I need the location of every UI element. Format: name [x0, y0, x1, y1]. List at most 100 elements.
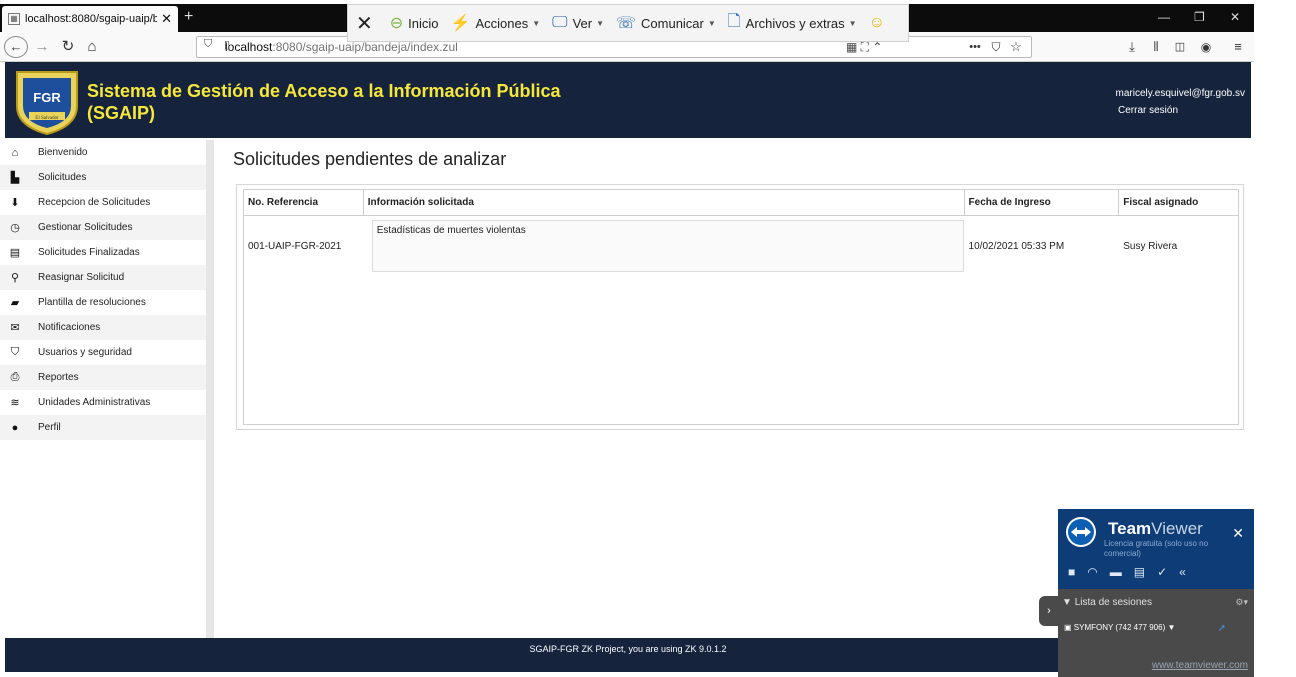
tv-session-label: SYMFONY (742 477 906) — [1073, 623, 1166, 632]
close-window-icon[interactable]: ✕ — [1230, 10, 1240, 24]
logo-text: FGR — [33, 90, 61, 105]
user-plus-icon: ⚲ — [10, 272, 20, 284]
cell-reference: 001-UAIP-FGR-2021 — [248, 240, 342, 252]
browser-tab[interactable]: ▦ localhost:8080/sgaip-uaip/band ✕ — [2, 6, 178, 32]
tv-home-button[interactable]: ⊖ Inicio — [390, 13, 439, 33]
sidebar-item-unidades[interactable]: ≋ Unidades Administrativas — [0, 390, 206, 415]
tv-session-list: ▼ Lista de sesiones ⚙▾ ▣ SYMFONY (742 47… — [1058, 589, 1254, 677]
tv-panel-close-icon[interactable]: ✕ — [1232, 525, 1244, 542]
sidebar-item-label: Usuarios y seguridad — [38, 347, 132, 358]
info-textarea[interactable]: Estadísticas de muertes violentas — [371, 220, 964, 272]
fgr-logo: FGR El Salvador — [11, 66, 83, 136]
tv-list-title-label: Lista de sesiones — [1074, 597, 1152, 608]
tv-files-icon[interactable]: ▤ — [1134, 565, 1157, 579]
sidebar-item-solicitudes[interactable]: ▙ Solicitudes — [0, 165, 206, 190]
home-nav-icon[interactable]: ⌂ — [84, 36, 100, 58]
page-icon: ▯ — [224, 39, 231, 51]
sidebar-item-finalizadas[interactable]: ▤ Solicitudes Finalizadas — [0, 240, 206, 265]
cell-info: Estadísticas de muertes violentas — [364, 220, 965, 272]
page-actions-icon[interactable]: ••• — [964, 36, 986, 58]
menu-icon[interactable]: ≡ — [1230, 36, 1246, 58]
sidebar-item-usuarios[interactable]: ⛉ Usuarios y seguridad — [0, 340, 206, 365]
logo-subtext: El Salvador — [35, 116, 59, 121]
tv-files-label: Archivos y extras — [745, 15, 845, 31]
library-icon[interactable]: ⫼ — [1148, 36, 1164, 58]
app-title: Sistema de Gestión de Acceso a la Inform… — [87, 80, 560, 124]
sidebar-item-notificaciones[interactable]: ✉ Notificaciones — [0, 315, 206, 340]
column-header-fiscal[interactable]: Fiscal asignado — [1119, 190, 1238, 215]
tv-toolbar-collapse-icon[interactable]: ▦ ⛶ ⌃ — [846, 40, 882, 55]
back-icon[interactable]: ← — [4, 36, 28, 58]
column-header-info[interactable]: Información solicitada — [364, 190, 965, 215]
tv-collapse-icon[interactable]: « — [1179, 565, 1198, 579]
tv-close-session-icon[interactable]: ✕ — [356, 11, 378, 36]
tv-communicate-button[interactable]: ☏ Comunicar ▼ — [616, 13, 716, 33]
sidebar-item-reasignar[interactable]: ⚲ Reasignar Solicitud — [0, 265, 206, 290]
sidebar-item-label: Solicitudes — [38, 172, 87, 183]
sidebar: ⌂ Bienvenido ▙ Solicitudes ⬇ Recepcion de S… — [0, 140, 210, 638]
table-row[interactable]: 001-UAIP-FGR-2021 Estadísticas de muerte… — [244, 216, 1238, 276]
desktop-edge — [1254, 0, 1296, 677]
tv-files-button[interactable]: 🗋 Archivos y extras ▼ — [728, 10, 857, 37]
shield-url-icon: ⛉ — [204, 38, 213, 50]
tv-brand: TeamViewer — [1108, 519, 1203, 539]
tv-chat-icon[interactable]: ▬ — [1110, 565, 1134, 579]
folder-icon: ▰ — [10, 297, 20, 309]
sidebar-item-label: Solicitudes Finalizadas — [38, 247, 140, 258]
teamviewer-toolbar: ✕ ⊖ Inicio ⚡ Acciones ▼ 🖵 Ver ▼ ☏ Comunicar ▼ 🗋… — [347, 4, 909, 42]
tv-session-item[interactable]: ▣ SYMFONY (742 477 906) ▼ — [1064, 623, 1175, 632]
tv-list-settings-icon[interactable]: ⚙▾ — [1235, 597, 1248, 608]
sidebar-item-recepcion[interactable]: ⬇ Recepcion de Solicitudes — [0, 190, 206, 215]
tv-view-button[interactable]: 🖵 Ver ▼ — [552, 14, 604, 32]
sidebar-item-reportes[interactable]: ⎙ Reportes — [0, 365, 206, 390]
clock-icon: ◷ — [10, 222, 20, 234]
close-tab-icon[interactable]: ✕ — [161, 11, 172, 27]
pocket-icon[interactable]: ⛉ — [988, 36, 1004, 58]
tv-tools-icon[interactable]: ✓ — [1157, 565, 1179, 579]
archive-icon: ▤ — [9, 247, 21, 259]
screen: ▦ localhost:8080/sgaip-uaip/band ✕ + — ❐… — [0, 0, 1296, 677]
sidebar-item-label: Bienvenido — [38, 147, 88, 158]
tv-feedback-icon[interactable]: ☺ — [869, 14, 890, 32]
tv-list-title[interactable]: ▼ Lista de sesiones — [1062, 597, 1152, 608]
requests-grid: No. Referencia Información solicitada Fe… — [243, 189, 1239, 425]
app-title-line2: (SGAIP) — [87, 103, 156, 123]
logout-link[interactable]: Cerrar sesión — [1118, 105, 1178, 116]
sidebar-item-gestionar[interactable]: ◷ Gestionar Solicitudes — [0, 215, 206, 240]
url-host: localhost — [225, 40, 273, 54]
column-header-reference[interactable]: No. Referencia — [244, 190, 364, 215]
app-title-line1: Sistema de Gestión de Acceso a la Inform… — [87, 81, 561, 101]
tv-brand-prefix: Team — [1108, 519, 1152, 538]
sidebar-item-label: Unidades Administrativas — [38, 397, 151, 408]
downloads-icon[interactable]: ⤓ — [1124, 36, 1140, 58]
new-tab-icon[interactable]: + — [184, 8, 193, 26]
tv-actions-button[interactable]: ⚡ Acciones ▼ — [451, 13, 541, 33]
restore-icon[interactable]: ❐ — [1194, 10, 1205, 24]
tv-voip-icon[interactable]: ◠ — [1087, 565, 1109, 579]
sidebar-item-perfil[interactable]: ● Perfil — [0, 415, 206, 440]
user-email: maricely.esquivel@fgr.gob.sv — [1115, 88, 1245, 99]
tv-website-link[interactable]: www.teamviewer.com — [1152, 660, 1248, 671]
sidebar-toggle-icon[interactable]: ◫ — [1172, 36, 1188, 58]
bookmark-star-icon[interactable]: ☆ — [1008, 36, 1024, 58]
column-header-date[interactable]: Fecha de Ingreso — [965, 190, 1120, 215]
tv-actions-label: Acciones — [475, 15, 529, 31]
tv-panel-header: TeamViewer Licencia gratuita (solo uso n… — [1058, 509, 1254, 589]
app-header: FGR El Salvador Sistema de Gestión de Ac… — [5, 62, 1251, 138]
teamviewer-logo-icon — [1066, 517, 1096, 547]
reload-icon[interactable]: ↻ — [60, 36, 76, 58]
minimize-icon[interactable]: — — [1158, 10, 1170, 24]
tv-video-icon[interactable]: ■ — [1068, 565, 1087, 579]
forward-icon[interactable]: → — [34, 36, 50, 58]
tv-cursor-icon: ➚ — [1217, 623, 1226, 634]
sidebar-item-bienvenido[interactable]: ⌂ Bienvenido — [0, 140, 206, 165]
sidebar-item-label: Gestionar Solicitudes — [38, 222, 133, 233]
sidebar-item-plantilla[interactable]: ▰ Plantilla de resoluciones — [0, 290, 206, 315]
browser-window: ▦ localhost:8080/sgaip-uaip/band ✕ + — ❐… — [0, 0, 1254, 677]
tv-communicate-label: Comunicar — [641, 15, 704, 31]
account-icon[interactable]: ◉ — [1198, 36, 1214, 58]
cell-fiscal: Susy Rivera — [1123, 240, 1178, 252]
tv-panel-toggle-icon[interactable]: › — [1039, 596, 1059, 626]
grid-header: No. Referencia Información solicitada Fe… — [244, 190, 1238, 216]
page-title: Solicitudes pendientes de analizar — [233, 149, 507, 169]
